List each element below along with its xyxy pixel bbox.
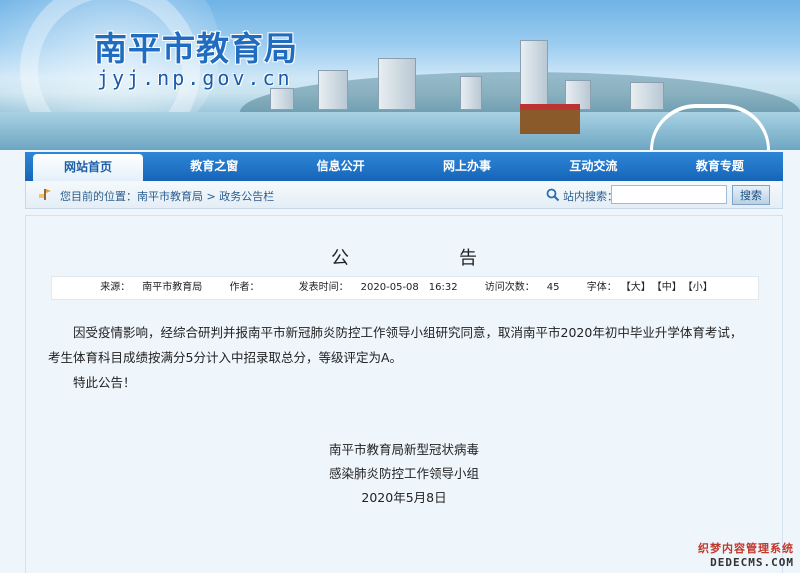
watermark-cn: 织梦内容管理系统 xyxy=(698,542,794,555)
signature-line: 感染肺炎防控工作领导小组 xyxy=(328,466,479,481)
article-paragraph: 特此公告！ xyxy=(73,375,136,390)
article-paragraph: 因受疫情影响，经综合研判并报南平市新冠肺炎防控工作领导小组研究同意，取消南平市2… xyxy=(73,325,743,340)
site-banner: 南平市教育局 jyj.np.gov.cn xyxy=(0,0,800,150)
breadcrumb-prefix: 您目前的位置： xyxy=(60,190,137,203)
signature-date: 2020年5月8日 xyxy=(361,490,447,505)
nav-item-interaction[interactable]: 互动交流 xyxy=(530,152,656,181)
font-medium-link[interactable]: 【中】 xyxy=(657,282,682,293)
watermark: 织梦内容管理系统 DEDECMS.COM xyxy=(698,540,794,569)
location-pin-icon xyxy=(39,189,51,200)
nav-item-home[interactable]: 网站首页 xyxy=(33,154,143,181)
meta-source: 来源： 南平市教育局 xyxy=(100,282,203,293)
font-large-link[interactable]: 【大】 xyxy=(626,282,651,293)
article-meta: 来源： 南平市教育局 作者： 发表时间： 2020-05-08 16:32 访问次数… xyxy=(51,276,759,300)
breadcrumb-link-home[interactable]: 南平市教育局 xyxy=(137,190,203,203)
breadcrumb: 您目前的位置：南平市教育局 > 政务公告栏 xyxy=(60,188,274,204)
location-bar: 您目前的位置：南平市教育局 > 政务公告栏 站内搜索： 搜索 xyxy=(25,181,783,209)
signature-line: 南平市教育局新型冠状病毒 xyxy=(328,442,479,457)
search-input[interactable] xyxy=(611,185,727,204)
meta-time: 发表时间： 2020-05-08 16:32 xyxy=(298,282,458,293)
banner-building xyxy=(318,70,348,110)
font-small-link[interactable]: 【小】 xyxy=(688,282,713,293)
banner-building xyxy=(378,58,416,110)
watermark-en: DEDECMS.COM xyxy=(710,556,794,569)
article-title: 公告 xyxy=(331,248,587,269)
site-domain: jyj.np.gov.cn xyxy=(97,66,293,90)
banner-pavilion xyxy=(520,104,580,134)
meta-author: 作者： xyxy=(229,282,260,293)
banner-building xyxy=(270,88,294,110)
banner-building xyxy=(460,76,482,110)
search-button[interactable]: 搜索 xyxy=(732,185,770,205)
search-label: 站内搜索： xyxy=(563,190,618,203)
banner-building xyxy=(520,40,548,110)
article-paragraph: 考生体育科目成绩按满分5分计入中招录取总分，等级评定为A。 xyxy=(48,350,403,365)
search-icon xyxy=(546,188,560,202)
article-signature: 南平市教育局新型冠状病毒 感染肺炎防控工作领导小组 2020年5月8日 xyxy=(26,438,782,510)
banner-building xyxy=(630,82,664,110)
meta-font-size: 字体： 【大】 【中】 【小】 xyxy=(586,282,713,293)
article-body: 因受疫情影响，经综合研判并报南平市新冠肺炎防控工作领导小组研究同意，取消南平市2… xyxy=(48,320,760,395)
main-nav: 网站首页 教育之窗 信息公开 网上办事 互动交流 教育专题 xyxy=(25,152,783,181)
site-name: 南平市教育局 xyxy=(94,29,298,68)
meta-views: 访问次数： 45 xyxy=(484,282,560,293)
breadcrumb-link-notice-board[interactable]: 政务公告栏 xyxy=(219,190,274,203)
nav-item-online-services[interactable]: 网上办事 xyxy=(404,152,530,181)
breadcrumb-separator: > xyxy=(203,190,220,203)
nav-item-education-topics[interactable]: 教育专题 xyxy=(657,152,783,181)
article-panel: 公告 来源： 南平市教育局 作者： 发表时间： 2020-05-08 16:32 访… xyxy=(25,215,783,573)
nav-item-info-disclosure[interactable]: 信息公开 xyxy=(277,152,403,181)
nav-item-education-window[interactable]: 教育之窗 xyxy=(151,152,277,181)
